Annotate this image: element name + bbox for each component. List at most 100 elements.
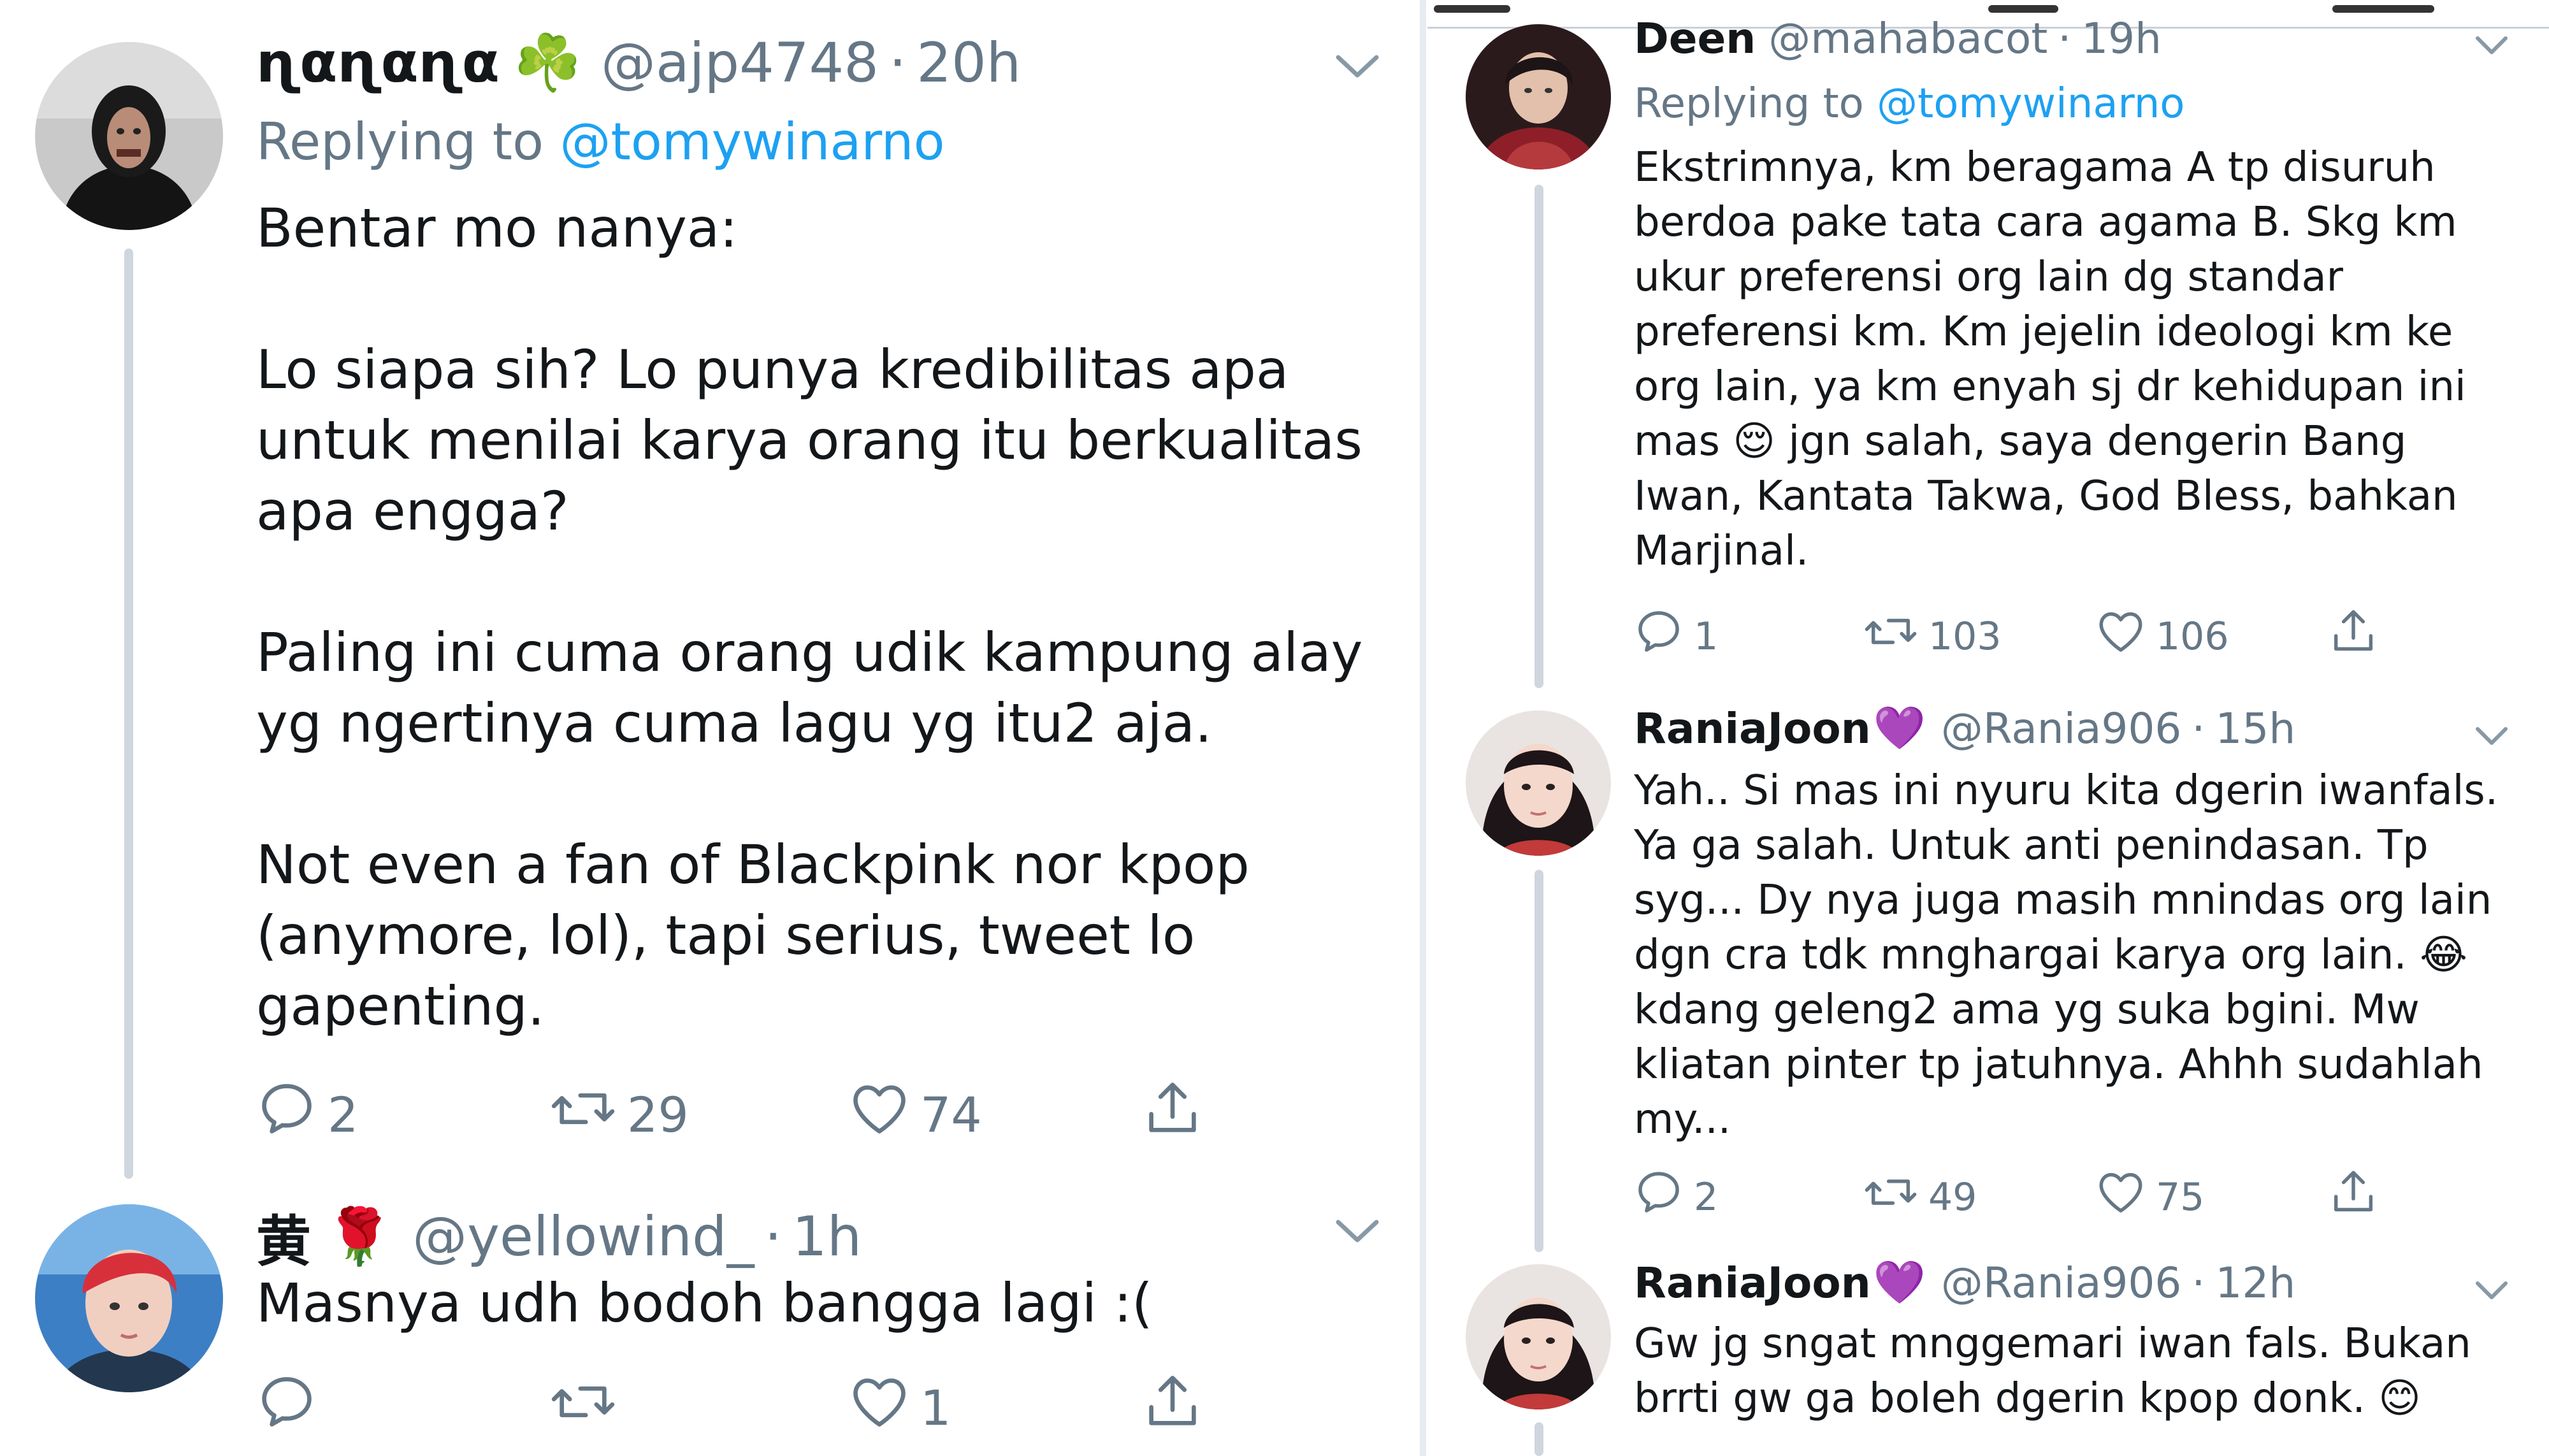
heart-icon xyxy=(2095,605,2147,667)
avatar[interactable] xyxy=(1466,1264,1611,1409)
retweet-button[interactable]: 103 xyxy=(1862,605,2002,667)
tweet[interactable]: 黄 🌹 @yellowind_ · 1h Masnya udh bodoh ba… xyxy=(0,1185,1418,1456)
reply-mention-link[interactable]: @tomywinarno xyxy=(560,112,944,171)
like-count: 74 xyxy=(920,1086,982,1143)
reply-button[interactable] xyxy=(255,1370,328,1445)
display-name[interactable]: ɳαɳαɳα xyxy=(256,31,500,95)
username[interactable]: @ajp4748 xyxy=(601,31,879,95)
tweet-header: RaniaJoon 💜 @Rania906 · 15h xyxy=(1634,703,2295,753)
tweet-paragraph: Paling ini cuma orang udik kampung alay … xyxy=(256,621,1363,754)
tweet-header: ɳαɳαɳα ☘️ @ajp4748 · 20h xyxy=(256,31,1021,96)
panel-divider xyxy=(1420,0,1426,1456)
timestamp[interactable]: 15h xyxy=(2215,704,2295,753)
purple-heart-emoji: 💜 xyxy=(1873,703,1926,753)
timestamp[interactable]: 19h xyxy=(2081,14,2162,63)
tweet[interactable]: ɳαɳαɳα ☘️ @ajp4748 · 20h Replying to @to… xyxy=(0,0,1418,1185)
tweet[interactable]: RaniaJoon 💜 @Rania906 · 12h Gw jg sngat … xyxy=(1427,1255,2549,1456)
share-button[interactable] xyxy=(2327,605,2379,667)
reply-mention-link[interactable]: @tomywinarno xyxy=(1877,80,2184,127)
shamrock-emoji: ☘️ xyxy=(513,31,582,95)
chevron-down-icon[interactable] xyxy=(2473,724,2511,752)
right-screenshot-panel: Deen @mahabacot · 19h Replying to @tomyw… xyxy=(1427,0,2549,1456)
username[interactable]: @Rania906 xyxy=(1941,1258,2181,1308)
tweet-text: Yah.. Si mas ini nyuru kita dgerin iwanf… xyxy=(1634,767,2499,1143)
heart-icon xyxy=(848,1077,911,1152)
username[interactable]: @yellowind_ xyxy=(412,1205,755,1269)
retweet-icon xyxy=(1862,1166,1919,1228)
tweet-actions: 1 xyxy=(255,1370,1211,1440)
reply-button[interactable]: 2 xyxy=(1633,1166,1718,1228)
share-icon xyxy=(2327,1166,2379,1228)
share-icon xyxy=(1141,1370,1204,1445)
tweet-actions: 1 103 106 xyxy=(1633,605,2397,663)
share-button[interactable] xyxy=(1141,1370,1204,1445)
thread-line xyxy=(124,249,133,1179)
username[interactable]: @Rania906 xyxy=(1941,704,2181,753)
thread-line xyxy=(1534,870,1543,1252)
display-name[interactable]: RaniaJoon xyxy=(1634,1258,1871,1308)
display-name[interactable]: RaniaJoon xyxy=(1634,704,1871,753)
tweet-paragraph: Bentar mo nanya: xyxy=(256,197,738,259)
heart-icon xyxy=(2095,1166,2147,1228)
like-count: 1 xyxy=(920,1379,951,1436)
share-button[interactable] xyxy=(1141,1077,1204,1152)
tweet-actions: 2 29 74 xyxy=(255,1077,1211,1147)
display-name[interactable]: 黄 xyxy=(256,1197,311,1276)
timestamp[interactable]: 12h xyxy=(2215,1258,2295,1308)
thread-line xyxy=(1534,1422,1543,1456)
retweet-button[interactable]: 29 xyxy=(548,1077,689,1152)
separator-dot: · xyxy=(2058,14,2072,63)
reply-button[interactable]: 1 xyxy=(1633,605,1718,667)
rose-emoji: 🌹 xyxy=(325,1205,394,1269)
like-button[interactable]: 74 xyxy=(848,1077,982,1152)
chevron-down-icon[interactable] xyxy=(2473,33,2511,61)
tweet-header: 黄 🌹 @yellowind_ · 1h xyxy=(256,1197,862,1276)
purple-heart-emoji: 💜 xyxy=(1873,1258,1926,1307)
heart-icon xyxy=(848,1370,911,1445)
share-button[interactable] xyxy=(2327,1166,2379,1228)
like-count: 106 xyxy=(2156,614,2229,659)
share-icon xyxy=(1141,1077,1204,1152)
replying-to-label: Replying to xyxy=(256,112,544,171)
timestamp[interactable]: 20h xyxy=(916,31,1021,95)
tweet[interactable]: RaniaJoon 💜 @Rania906 · 15h Yah.. Si mas… xyxy=(1427,695,2549,1255)
share-icon xyxy=(2327,605,2379,667)
avatar[interactable] xyxy=(35,1204,223,1392)
reply-button[interactable]: 2 xyxy=(255,1077,358,1152)
tweet-header: Deen @mahabacot · 19h xyxy=(1634,14,2162,63)
replying-to-label: Replying to xyxy=(1634,80,1864,127)
retweet-button[interactable] xyxy=(548,1370,627,1445)
separator-dot: · xyxy=(2192,703,2206,753)
separator-dot: · xyxy=(888,31,907,95)
tweet-paragraph: Lo siapa sih? Lo punya kredibilitas apa … xyxy=(256,338,1363,542)
reply-icon xyxy=(255,1370,319,1445)
avatar[interactable] xyxy=(1466,24,1611,169)
replying-to: Replying to @tomywinarno xyxy=(256,112,945,171)
like-button[interactable]: 1 xyxy=(848,1370,951,1445)
avatar[interactable] xyxy=(35,42,223,230)
chevron-down-icon[interactable] xyxy=(2473,1278,2511,1306)
tweet-text: Gw jg sngat mnggemari iwan fals. Bukan b… xyxy=(1634,1320,2471,1422)
display-name[interactable]: Deen xyxy=(1634,14,1756,63)
tweet-actions: 2 49 75 xyxy=(1633,1166,2397,1223)
like-button[interactable]: 106 xyxy=(2095,605,2229,667)
reply-icon xyxy=(1633,1166,1685,1228)
tweet[interactable]: Deen @mahabacot · 19h Replying to @tomyw… xyxy=(1427,0,2549,695)
username[interactable]: @mahabacot xyxy=(1768,14,2047,63)
left-screenshot-panel: ɳαɳαɳα ☘️ @ajp4748 · 20h Replying to @to… xyxy=(0,0,1418,1456)
retweet-button[interactable]: 49 xyxy=(1862,1166,1977,1228)
chevron-down-icon[interactable] xyxy=(1332,1216,1383,1250)
retweet-count: 49 xyxy=(1928,1174,1977,1220)
reply-count: 2 xyxy=(328,1086,359,1143)
chevron-down-icon[interactable] xyxy=(1332,51,1383,85)
avatar[interactable] xyxy=(1466,710,1611,856)
reply-count: 2 xyxy=(1694,1174,1719,1220)
reply-count: 1 xyxy=(1694,614,1719,659)
tweet-header: RaniaJoon 💜 @Rania906 · 12h xyxy=(1634,1258,2295,1308)
reply-icon xyxy=(1633,605,1685,667)
like-count: 75 xyxy=(2156,1174,2205,1220)
retweet-icon xyxy=(548,1077,618,1152)
retweet-icon xyxy=(548,1370,618,1445)
like-button[interactable]: 75 xyxy=(2095,1166,2204,1228)
timestamp[interactable]: 1h xyxy=(792,1205,862,1269)
